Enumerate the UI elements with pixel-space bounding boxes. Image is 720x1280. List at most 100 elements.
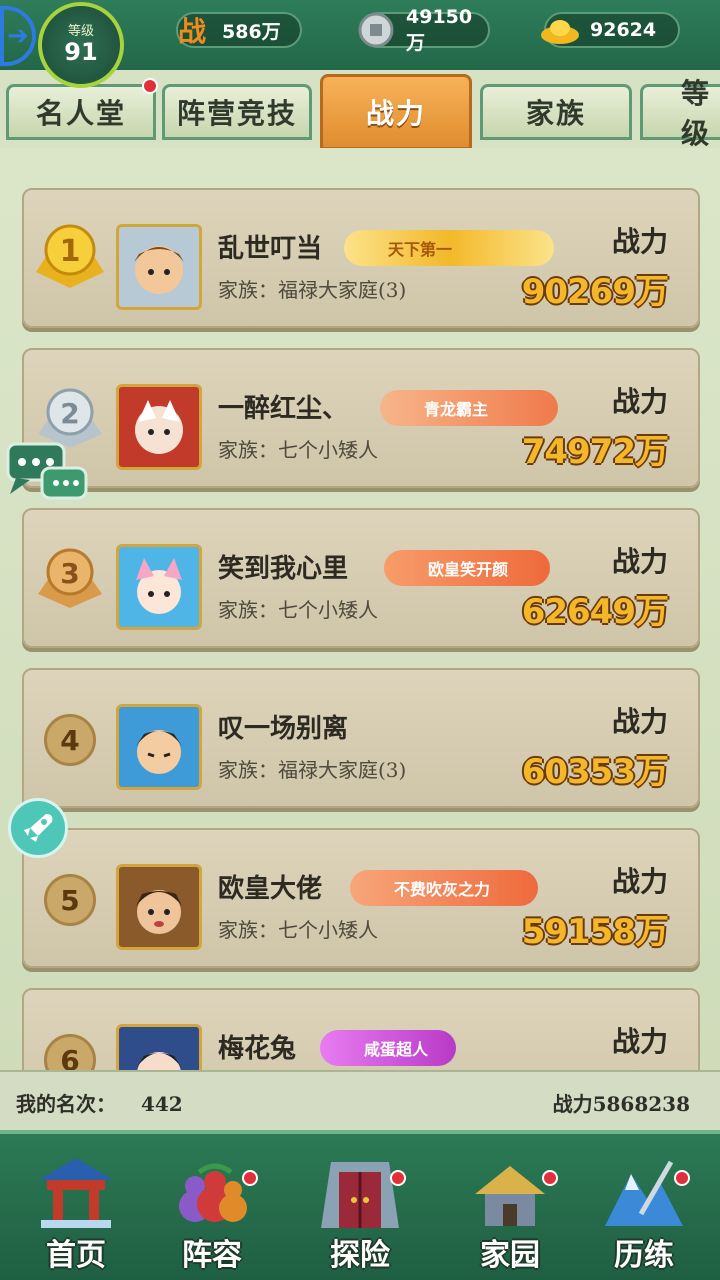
- ranking-row[interactable]: 1 乱世叮当 家族：福禄大家庭(3) 天下第一 战力 90269万: [22, 188, 700, 328]
- family-name: 家族：七个小矮人: [218, 438, 378, 462]
- title-text: 不费吹灰之力: [394, 880, 491, 899]
- avatar[interactable]: [116, 864, 202, 950]
- family-name: 家族：福禄大家庭(3): [218, 758, 407, 782]
- avatar[interactable]: [116, 1024, 202, 1070]
- power-label: 战力: [611, 705, 668, 738]
- nav-label: 探险: [330, 1238, 390, 1273]
- title-text: 青龙霸主: [424, 400, 489, 419]
- rank-number: 5: [44, 874, 96, 926]
- player-name: 乱世叮当: [218, 234, 323, 264]
- nav-label: 历练: [614, 1238, 674, 1273]
- notification-dot: [142, 78, 158, 94]
- svg-text:3: 3: [60, 557, 79, 590]
- power-label: 战力: [611, 865, 668, 898]
- power-value: 74972万: [521, 432, 669, 472]
- rocket-icon[interactable]: [8, 798, 68, 858]
- my-rank-value: 442: [140, 1092, 183, 1116]
- notification-dot: [242, 1170, 258, 1186]
- avatar[interactable]: [116, 544, 202, 630]
- gold-medal-icon: 1: [30, 216, 110, 296]
- title-text: 欧皇笑开颜: [428, 560, 509, 579]
- nav-label: 家园: [480, 1238, 540, 1273]
- title-badge: 欧皇笑开颜: [384, 550, 550, 586]
- my-rank: 我的名次： 442: [16, 1088, 183, 1117]
- gate-icon: [317, 1154, 403, 1230]
- avatar[interactable]: [116, 224, 202, 310]
- rank-number: 4: [44, 714, 96, 766]
- avatar[interactable]: [116, 384, 202, 470]
- title-badge: 天下第一: [344, 230, 554, 266]
- player-name: 梅花兔: [218, 1034, 297, 1064]
- chat-icon[interactable]: [6, 438, 88, 504]
- ranking-list[interactable]: 1 乱世叮当 家族：福禄大家庭(3) 天下第一 战力 90269万 2 一醉红尘…: [0, 148, 720, 1070]
- rank-number: 1: [60, 234, 81, 269]
- avatar[interactable]: [116, 704, 202, 790]
- nav-label: 阵容: [182, 1238, 242, 1273]
- power-value: 59158万: [521, 912, 669, 952]
- title-badge: 不费吹灰之力: [350, 870, 538, 906]
- power-label: 战力: [611, 225, 668, 258]
- tab-camp-arena[interactable]: 阵营竞技: [162, 84, 312, 140]
- title-badge: 咸蛋超人: [320, 1030, 456, 1066]
- gourd-icon: [169, 1154, 255, 1230]
- tab-label: 名人堂: [35, 97, 126, 130]
- my-rank-label: 我的名次：: [16, 1092, 116, 1116]
- bronze-medal-icon: 3: [30, 536, 110, 616]
- power-label: 战力: [611, 385, 668, 418]
- tab-label: 战力: [365, 97, 426, 130]
- power-label: 战力: [611, 545, 668, 578]
- power-stat[interactable]: 战 586万: [176, 12, 302, 48]
- player-name: 欧皇大佬: [218, 874, 323, 904]
- ranking-row[interactable]: 4 叹一场别离 家族：福禄大家庭(3) 战力 60353万: [22, 668, 700, 808]
- power-value: 90269万: [521, 272, 669, 312]
- tab-label: 阵营竞技: [176, 97, 297, 130]
- silver-value: 49150万: [406, 5, 473, 54]
- ranking-tabs: 名人堂 阵营竞技 战力 家族 等级: [0, 70, 720, 150]
- house-icon: [467, 1154, 553, 1230]
- power-label: 战力: [611, 1025, 668, 1058]
- family-name: 家族：福禄大家庭(3): [218, 278, 407, 302]
- top-status-bar: ➔ 等级 91 战 586万 49150万 92624: [0, 0, 720, 88]
- gold-stat[interactable]: 92624: [541, 12, 680, 48]
- tab-power[interactable]: 战力: [320, 74, 472, 150]
- notification-dot: [674, 1170, 690, 1186]
- title-text: 天下第一: [388, 240, 453, 259]
- ranking-row[interactable]: 5 欧皇大佬 家族：七个小矮人 不费吹灰之力 战力 59158万: [22, 828, 700, 968]
- notification-dot: [390, 1170, 406, 1186]
- gold-value: 92624: [590, 19, 657, 41]
- power-value: 586万: [222, 20, 281, 43]
- nav-label: 首页: [46, 1238, 106, 1273]
- gold-ingot-icon: [538, 8, 582, 52]
- power-value: 60353万: [521, 752, 669, 792]
- tab-hall-of-fame[interactable]: 名人堂: [6, 84, 156, 140]
- power-value: 62649万: [521, 592, 669, 632]
- tab-label: 家族: [525, 97, 586, 130]
- notification-dot: [542, 1170, 558, 1186]
- player-name: 一醉红尘、: [218, 394, 349, 424]
- tab-family[interactable]: 家族: [480, 84, 632, 140]
- rank-number: 6: [44, 1034, 96, 1070]
- player-name: 叹一场别离: [218, 714, 349, 744]
- tab-level[interactable]: 等级: [640, 77, 720, 150]
- ranking-row[interactable]: 2 一醉红尘、 家族：七个小矮人 青龙霸主 战力 74972万: [22, 348, 700, 488]
- player-name: 笑到我心里: [218, 554, 349, 584]
- silver-stat[interactable]: 49150万: [358, 6, 490, 54]
- nav-home[interactable]: 首页: [16, 1154, 136, 1280]
- title-badge: 青龙霸主: [380, 390, 558, 426]
- silver-coin-icon: [354, 8, 398, 52]
- ranking-row[interactable]: 3 笑到我心里 家族：七个小矮人 欧皇笑开颜 战力 62649万: [22, 508, 700, 648]
- my-rank-bar: 我的名次： 442 战力5868238: [0, 1070, 720, 1130]
- family-name: 家族：七个小矮人: [218, 918, 378, 942]
- power-icon: 战: [177, 15, 206, 48]
- title-text: 咸蛋超人: [364, 1040, 429, 1059]
- ranking-row[interactable]: 6 梅花兔 咸蛋超人 战力: [22, 988, 700, 1070]
- bottom-nav: 首页 阵容 探险 家园 历练: [0, 1130, 720, 1280]
- level-label: 等级: [67, 24, 94, 39]
- back-icon[interactable]: ➔: [0, 6, 36, 66]
- palace-icon: [33, 1154, 119, 1230]
- mountain-sword-icon: [601, 1154, 687, 1230]
- my-power: 战力5868238: [552, 1092, 690, 1116]
- level-value: 91: [64, 38, 98, 66]
- level-badge[interactable]: 等级 91: [38, 2, 124, 88]
- svg-text:2: 2: [60, 397, 79, 430]
